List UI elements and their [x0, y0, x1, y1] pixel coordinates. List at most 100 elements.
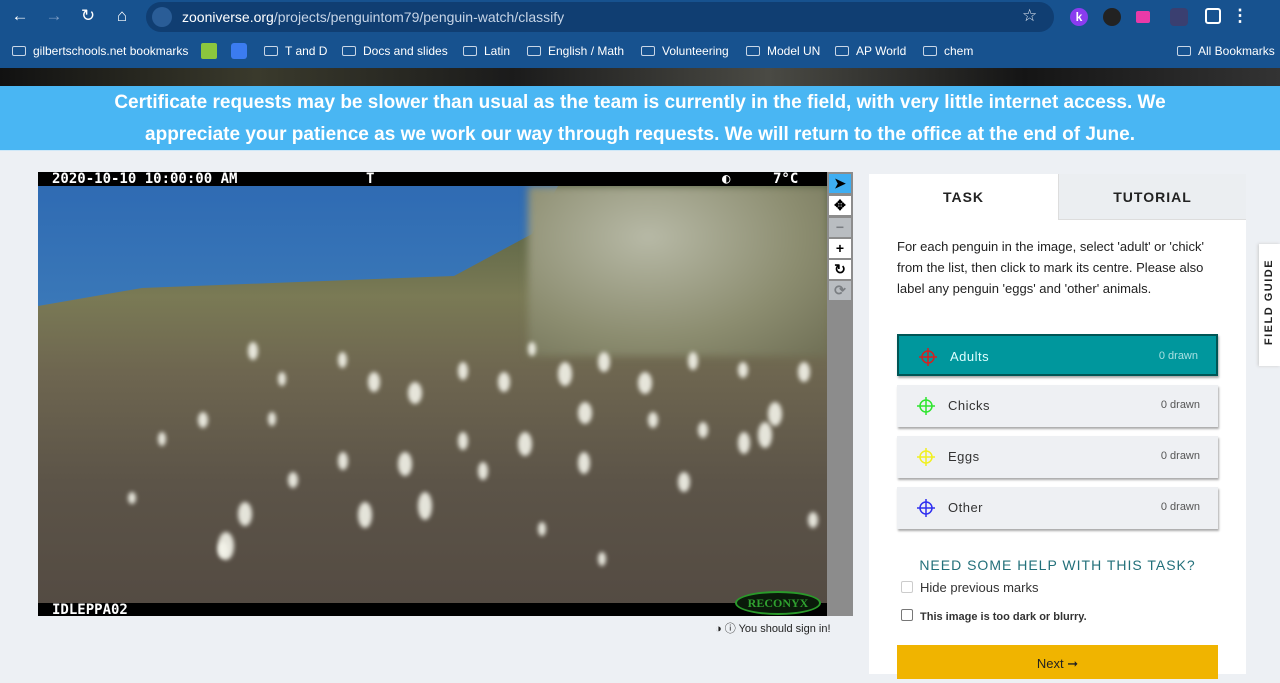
penguin-highlight	[738, 362, 748, 378]
choice-count: 0 drawn	[1160, 399, 1200, 411]
bookmark-model-un[interactable]: Model UN	[746, 44, 820, 58]
bookmark-t-and-d[interactable]: T and D	[264, 44, 327, 58]
extension-play-icon[interactable]	[1136, 11, 1150, 23]
checkbox-label: Hide previous marks	[920, 580, 1039, 595]
penguin-highlight	[768, 402, 782, 426]
penguin-highlight	[808, 512, 818, 528]
brand-text: RECONYX	[747, 596, 809, 610]
penguin-highlight	[538, 522, 546, 536]
too-dark-checkbox[interactable]: This image is too dark or blurry.	[901, 609, 1087, 623]
camera-temperature: 7°C	[773, 172, 799, 187]
pointer-tool-icon[interactable]: ➤	[829, 174, 851, 193]
penguin-highlight	[408, 382, 422, 404]
penguin-highlight	[238, 502, 252, 526]
banner-line: Certificate requests may be slower than …	[114, 92, 1166, 113]
penguin-highlight	[128, 492, 136, 504]
penguin-highlight	[458, 362, 468, 380]
info-icon[interactable]: ⓘ	[725, 623, 736, 635]
tool-choice-other[interactable]: Other 0 drawn	[897, 487, 1218, 529]
menu-kebab-icon[interactable]: ⋮	[1228, 6, 1252, 26]
extension-penguin-icon[interactable]	[1103, 8, 1121, 26]
subject-image[interactable]: 2020-10-10 10:00:00 AM T ◐ 7°C IDLEPPA02…	[38, 172, 827, 616]
penguin-highlight	[218, 532, 234, 560]
hide-marks-checkbox[interactable]: Hide previous marks	[901, 580, 1039, 595]
bookmark-app-icon[interactable]	[231, 43, 247, 59]
penguin-highlight	[198, 412, 208, 428]
tab-task[interactable]: TASK	[869, 174, 1058, 220]
reload-icon[interactable]: ↻	[76, 6, 100, 26]
bookmark-gilbertschools[interactable]: gilbertschools.net bookmarks	[12, 44, 188, 58]
extensions-puzzle-icon[interactable]	[1205, 8, 1221, 24]
zoom-out-icon[interactable]: −	[829, 218, 851, 237]
penguin-highlight	[518, 432, 532, 456]
bookmark-english-math[interactable]: English / Math	[527, 44, 624, 58]
invert-icon[interactable]: ◑	[715, 623, 722, 635]
bookmark-label: Docs and slides	[363, 44, 448, 58]
rotate-icon[interactable]: ↻	[829, 260, 851, 279]
sea-area	[38, 186, 558, 306]
penguin-highlight	[158, 432, 166, 446]
reset-icon[interactable]: ⟳	[829, 281, 851, 300]
bookmark-label: gilbertschools.net bookmarks	[33, 44, 189, 58]
penguin-highlight	[598, 352, 610, 372]
penguin-highlight	[638, 372, 652, 394]
bookmark-label: Model UN	[767, 44, 821, 58]
penguin-highlight	[648, 412, 658, 428]
announcement-banner: Certificate requests may be slower than …	[0, 86, 1280, 151]
penguin-highlight	[598, 552, 606, 566]
penguin-highlight	[758, 422, 772, 448]
penguin-highlight	[338, 452, 348, 470]
penguin-highlight	[738, 432, 750, 454]
penguin-highlight	[458, 432, 468, 450]
help-link[interactable]: NEED SOME HELP WITH THIS TASK?	[897, 557, 1218, 573]
forward-icon[interactable]: →	[42, 6, 66, 26]
bookmark-latin[interactable]: Latin	[463, 44, 510, 58]
penguin-highlight	[558, 362, 572, 386]
zoom-in-icon[interactable]: +	[829, 239, 851, 258]
choice-label: Eggs	[948, 449, 980, 464]
reconyx-logo: RECONYX	[735, 591, 821, 615]
choice-label: Other	[948, 500, 984, 515]
bookmark-ap-world[interactable]: AP World	[835, 44, 906, 58]
bookmark-star-icon[interactable]: ☆	[1022, 6, 1037, 26]
bookmark-label: All Bookmarks	[1198, 44, 1275, 58]
bookmark-label: chem	[944, 44, 974, 58]
back-icon[interactable]: ←	[8, 6, 32, 26]
penguin-highlight	[268, 412, 276, 426]
home-icon[interactable]: ⌂	[110, 6, 134, 26]
crosshair-icon	[917, 448, 935, 466]
site-info-icon[interactable]	[152, 7, 172, 27]
penguin-highlight	[678, 472, 690, 492]
url-domain: zooniverse.org	[182, 9, 274, 25]
bookmark-docs[interactable]: Docs and slides	[342, 44, 448, 58]
camera-id: IDLEPPA02	[52, 602, 128, 616]
penguin-highlight	[418, 492, 432, 520]
penguin-highlight	[578, 402, 592, 424]
site-header-image	[0, 68, 1280, 86]
url-path: /projects/penguintom79/penguin-watch/cla…	[273, 9, 565, 25]
penguin-highlight	[578, 452, 590, 474]
choice-count: 0 drawn	[1158, 350, 1198, 362]
choice-label: Chicks	[948, 398, 991, 413]
tool-choice-eggs[interactable]: Eggs 0 drawn	[897, 436, 1218, 478]
tool-choice-adults[interactable]: Adults 0 drawn	[897, 334, 1218, 376]
camera-timestamp: 2020-10-10 10:00:00 AM	[52, 172, 238, 187]
task-instructions: For each penguin in the image, select 'a…	[897, 239, 1204, 296]
pan-tool-icon[interactable]: ✥	[829, 196, 851, 215]
field-guide-label: FIELD GUIDE	[1263, 258, 1275, 346]
extension-k-icon[interactable]: k	[1070, 8, 1088, 26]
tool-choice-chicks[interactable]: Chicks 0 drawn	[897, 385, 1218, 427]
crosshair-icon	[919, 348, 937, 366]
camera-header: 2020-10-10 10:00:00 AM T ◐ 7°C	[38, 172, 827, 186]
bookmark-c-icon[interactable]	[201, 43, 217, 59]
address-bar[interactable]: zooniverse.org/projects/penguintom79/pen…	[146, 2, 1054, 32]
field-guide-tab[interactable]: FIELD GUIDE	[1259, 244, 1280, 366]
cliff-area	[528, 186, 827, 356]
moon-phase-icon: ◐	[722, 172, 731, 187]
bookmark-label: Volunteering	[662, 44, 729, 58]
extension-cast-icon[interactable]	[1170, 8, 1188, 26]
all-bookmarks[interactable]: All Bookmarks	[1177, 44, 1275, 58]
tab-tutorial[interactable]: TUTORIAL	[1058, 174, 1246, 220]
bookmark-volunteering[interactable]: Volunteering	[641, 44, 729, 58]
bookmark-chem[interactable]: chem	[923, 44, 973, 58]
